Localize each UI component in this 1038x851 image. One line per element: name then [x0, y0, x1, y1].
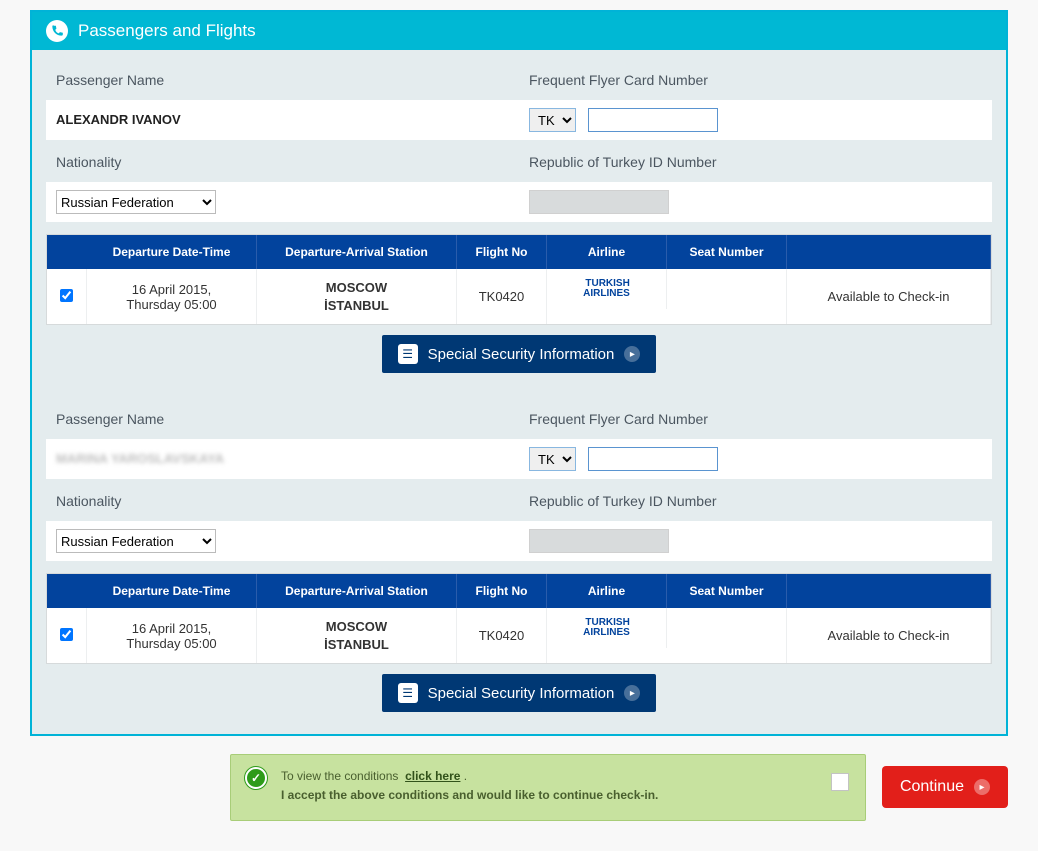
- flight-daytime: Thursday 05:00: [93, 636, 250, 651]
- seat-number: [667, 608, 787, 663]
- flight-select-checkbox[interactable]: [60, 628, 73, 641]
- airline-logo: TURKISHAIRLINES: [547, 608, 667, 648]
- passenger-block: Passenger Name Frequent Flyer Card Numbe…: [46, 399, 992, 716]
- th-flight-no: Flight No: [457, 235, 547, 269]
- passenger-block: Passenger Name Frequent Flyer Card Numbe…: [46, 60, 992, 377]
- th-seat: Seat Number: [667, 235, 787, 269]
- label-turkey-id: Republic of Turkey ID Number: [519, 142, 992, 180]
- th-flight-no: Flight No: [457, 574, 547, 608]
- chevron-right-icon: ▸: [624, 685, 640, 701]
- passengers-flights-panel: Passengers and Flights Passenger Name Fr…: [30, 10, 1008, 736]
- label-frequent-flyer: Frequent Flyer Card Number: [519, 60, 992, 98]
- conditions-text-2: I accept the above conditions and would …: [281, 788, 658, 802]
- passenger-name-value: ALEXANDR IVANOV: [56, 112, 181, 127]
- ff-prefix-select[interactable]: TK: [529, 447, 576, 471]
- document-icon: ☰: [398, 344, 418, 364]
- label-frequent-flyer: Frequent Flyer Card Number: [519, 399, 992, 437]
- ff-prefix-select[interactable]: TK: [529, 108, 576, 132]
- conditions-text-1: To view the conditions: [281, 769, 398, 783]
- ff-number-input[interactable]: [588, 447, 718, 471]
- th-airline: Airline: [547, 235, 667, 269]
- flight-from: MOSCOW: [263, 279, 450, 297]
- nationality-select[interactable]: Russian Federation: [56, 529, 216, 553]
- check-circle-icon: ✓: [245, 767, 267, 789]
- th-seat: Seat Number: [667, 574, 787, 608]
- nationality-select[interactable]: Russian Federation: [56, 190, 216, 214]
- flight-select-checkbox[interactable]: [60, 289, 73, 302]
- th-route: Departure-Arrival Station: [257, 574, 457, 608]
- label-nationality: Nationality: [46, 481, 519, 519]
- passenger-name-value: MARINA YAROSLAVSKAYA: [56, 451, 224, 466]
- label-passenger-name: Passenger Name: [46, 399, 519, 437]
- flight-date: 16 April 2015,: [93, 621, 250, 636]
- turkey-id-input-disabled: [529, 529, 669, 553]
- conditions-box: ✓ To view the conditions click here . I …: [230, 754, 866, 820]
- th-airline: Airline: [547, 574, 667, 608]
- panel-header: Passengers and Flights: [32, 12, 1006, 50]
- continue-label: Continue: [900, 778, 964, 796]
- flight-to: İSTANBUL: [263, 636, 450, 654]
- conditions-link[interactable]: click here: [405, 769, 460, 783]
- airline-logo: TURKISHAIRLINES: [547, 269, 667, 309]
- flight-date: 16 April 2015,: [93, 282, 250, 297]
- checkin-status: Available to Check-in: [787, 269, 991, 324]
- turkey-id-input-disabled: [529, 190, 669, 214]
- flight-table: Departure Date-Time Departure-Arrival St…: [46, 234, 992, 325]
- accept-conditions-checkbox[interactable]: [831, 773, 849, 791]
- flight-to: İSTANBUL: [263, 297, 450, 315]
- special-security-button[interactable]: ☰ Special Security Information ▸: [382, 335, 657, 373]
- chevron-right-icon: ▸: [624, 346, 640, 362]
- special-security-label: Special Security Information: [428, 346, 615, 363]
- flight-row: 16 April 2015,Thursday 05:00 MOSCOWİSTAN…: [47, 269, 991, 324]
- ff-number-input[interactable]: [588, 108, 718, 132]
- checkin-status: Available to Check-in: [787, 608, 991, 663]
- flight-table: Departure Date-Time Departure-Arrival St…: [46, 573, 992, 664]
- special-security-label: Special Security Information: [428, 685, 615, 702]
- label-turkey-id: Republic of Turkey ID Number: [519, 481, 992, 519]
- th-route: Departure-Arrival Station: [257, 235, 457, 269]
- flight-number: TK0420: [457, 269, 547, 324]
- special-security-button[interactable]: ☰ Special Security Information ▸: [382, 674, 657, 712]
- flight-from: MOSCOW: [263, 618, 450, 636]
- panel-title: Passengers and Flights: [78, 21, 256, 41]
- label-passenger-name: Passenger Name: [46, 60, 519, 98]
- seat-number: [667, 269, 787, 324]
- continue-button[interactable]: Continue ▸: [882, 766, 1008, 808]
- document-icon: ☰: [398, 683, 418, 703]
- flight-row: 16 April 2015,Thursday 05:00 MOSCOWİSTAN…: [47, 608, 991, 663]
- chevron-right-icon: ▸: [974, 779, 990, 795]
- th-date-time: Departure Date-Time: [87, 235, 257, 269]
- flight-number: TK0420: [457, 608, 547, 663]
- th-date-time: Departure Date-Time: [87, 574, 257, 608]
- label-nationality: Nationality: [46, 142, 519, 180]
- phone-icon: [46, 20, 68, 42]
- flight-daytime: Thursday 05:00: [93, 297, 250, 312]
